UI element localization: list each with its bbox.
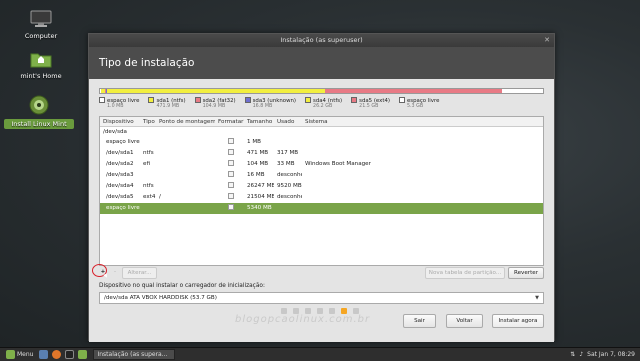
column-header[interactable]: Tamanho [244, 117, 274, 126]
partition-segment [324, 89, 502, 93]
remove-partition-button[interactable]: - [110, 267, 120, 279]
system-tray: ⇅ ♪ Sat Jan 7, 08:29 [570, 351, 640, 358]
disc-icon [4, 95, 74, 117]
format-checkbox[interactable] [228, 182, 234, 188]
legend-item: espaço livre 5.3 GB [398, 97, 439, 109]
clock[interactable]: Sat Jan 7, 08:29 [587, 351, 635, 358]
partition-bar [99, 88, 544, 94]
legend-item: sda4 (ntfs) 26.2 GB [305, 97, 342, 109]
legend-item: sda2 (fat32) 104.9 MB [194, 97, 236, 109]
table-header: Dispositivo Tipo Ponto de montagem Forma… [100, 117, 543, 127]
legend-item: sda1 (ntfs) 471.9 MB [148, 97, 186, 109]
table-row[interactable]: /dev/sda2 efi 104 MB 33 MB Windows Boot Mana… [100, 159, 543, 170]
column-header[interactable]: Ponto de montagem [156, 117, 215, 126]
bootloader-label: Dispositivo no qual instalar o carregado… [99, 283, 265, 289]
window-titlebar[interactable]: Instalação (as superuser) ✕ [89, 34, 554, 47]
change-partition-button[interactable]: Alterar... [122, 267, 157, 279]
desktop-icon-label: Install Linux Mint [4, 119, 74, 129]
partition-legend: espaço livre 1.0 MB sda1 (ntfs) 471.9 MB s… [99, 97, 544, 109]
partition-table[interactable]: Dispositivo Tipo Ponto de montagem Forma… [99, 116, 544, 266]
install-linux-mint-desktop-icon[interactable]: Install Linux Mint [4, 95, 74, 129]
taskbar-window-button[interactable]: Instalação (as supera... [93, 349, 176, 360]
terminal-icon[interactable] [65, 350, 75, 359]
format-checkbox[interactable] [228, 171, 234, 177]
monitor-icon [6, 10, 76, 30]
menu-button[interactable]: Menu [0, 348, 37, 361]
table-row[interactable]: /dev/sda5ext4/21504 MBdesconhecido [100, 192, 543, 203]
disk-group-label[interactable]: /dev/sda [100, 127, 543, 137]
legend-item: sda5 (ext4) 21.5 GB [351, 97, 390, 109]
mouse-cursor-icon [103, 273, 109, 279]
table-row-selected[interactable]: espaço livre 5340 MB [100, 203, 543, 214]
format-checkbox[interactable] [228, 149, 234, 155]
table-row[interactable]: espaço livre 1 MB [100, 137, 543, 148]
computer-desktop-icon[interactable]: Computer [6, 10, 76, 40]
revert-button[interactable]: Reverter [508, 267, 544, 279]
legend-item: sda3 (unknown) 16.8 MB [244, 97, 296, 109]
column-header[interactable]: Usado [274, 117, 302, 126]
partition-segment [501, 89, 543, 93]
table-row[interactable]: /dev/sda316 MBdesconhecido [100, 170, 543, 181]
column-header[interactable]: Dispositivo [100, 117, 140, 126]
partition-segment [106, 89, 325, 93]
files-icon[interactable] [78, 350, 88, 359]
new-partition-table-button[interactable]: Nova tabela de partição... [425, 267, 505, 279]
legend-item: espaço livre 1.0 MB [99, 97, 139, 109]
close-icon[interactable]: ✕ [544, 34, 550, 47]
installer-window: Instalação (as superuser) ✕ Tipo de inst… [88, 33, 555, 342]
format-checkbox[interactable] [228, 138, 234, 144]
watermark: blogopcaolinux.com.br [235, 314, 371, 325]
format-checkbox[interactable] [228, 204, 234, 210]
taskbar: Menu Instalação (as supera... ⇅ ♪ Sat Ja… [0, 347, 640, 361]
show-desktop-icon[interactable] [39, 350, 49, 359]
home-folder-desktop-icon[interactable]: mint's Home [6, 50, 76, 80]
format-checkbox[interactable] [228, 193, 234, 199]
firefox-icon[interactable] [52, 350, 62, 359]
format-checkbox[interactable] [228, 160, 234, 166]
column-header[interactable]: Formatar? [215, 117, 244, 126]
page-title: Tipo de instalação [89, 47, 554, 79]
desktop-icon-label: mint's Home [20, 72, 62, 80]
desktop-icon-label: Computer [24, 32, 58, 40]
column-header[interactable]: Tipo [140, 117, 156, 126]
home-folder-icon [6, 50, 76, 70]
window-title: Instalação (as superuser) [280, 36, 363, 44]
volume-icon[interactable]: ♪ [579, 351, 583, 358]
column-header[interactable]: Sistema [302, 117, 462, 126]
network-icon[interactable]: ⇅ [570, 351, 575, 358]
table-row[interactable]: /dev/sda1 ntfs 471 MB 317 MB [100, 148, 543, 159]
mint-logo-icon [6, 350, 15, 359]
table-row[interactable]: /dev/sda4 ntfs 26247 MB 9520 MB [100, 181, 543, 192]
